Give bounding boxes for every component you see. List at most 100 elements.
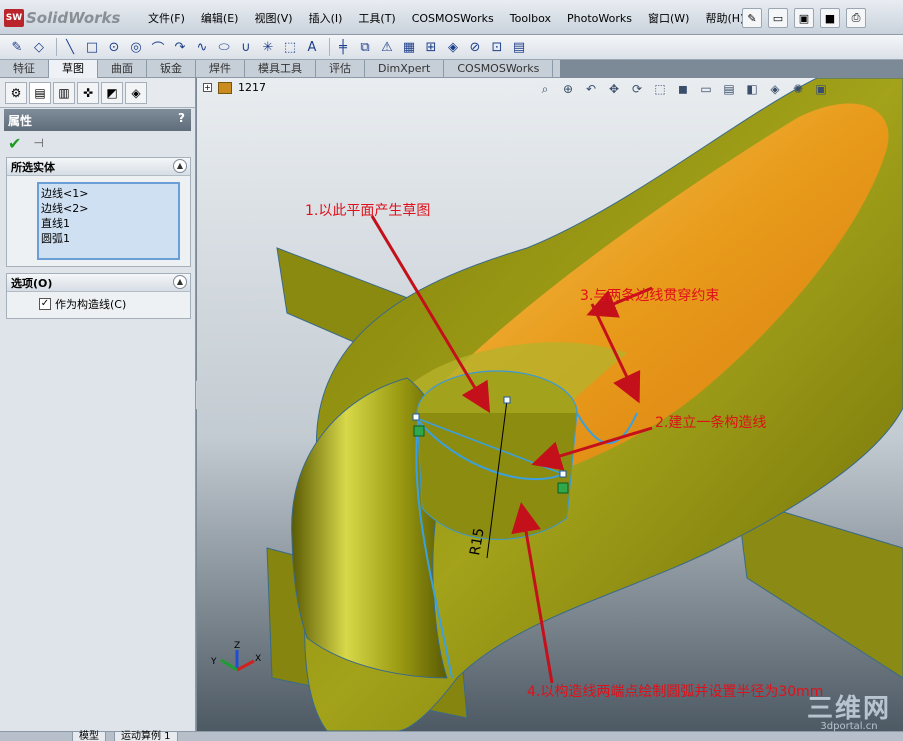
rotate-icon[interactable]: ⟳ <box>629 81 645 97</box>
sketch-point[interactable] <box>503 396 511 404</box>
edit-appearance-icon[interactable]: ▤ <box>721 81 737 97</box>
view-orientation-icon[interactable]: ⬚ <box>652 81 668 97</box>
tab-sketch[interactable]: 草图 <box>49 60 98 78</box>
circle-icon[interactable]: ⊙ <box>105 38 123 56</box>
appearance-icon[interactable]: ◈ <box>125 81 147 104</box>
move-entities-icon[interactable]: ⊡ <box>488 38 506 56</box>
pierce-relation-icon <box>557 482 569 494</box>
menu-window[interactable]: 窗口(W) <box>640 10 697 28</box>
sketch-picture-icon[interactable]: ▤ <box>510 38 528 56</box>
model-view[interactable]: R15 Z X Y <box>197 78 903 731</box>
text-icon[interactable]: A <box>303 38 321 56</box>
callout-1: 1.以此平面产生草图 <box>305 203 431 219</box>
feature-manager-icon[interactable]: ⚙ <box>5 81 27 104</box>
tab-motion-study[interactable]: 运动算例 1 <box>114 731 178 741</box>
ellipse-icon[interactable]: ⬭ <box>215 38 233 56</box>
display-relations-icon[interactable]: ⊞ <box>422 38 440 56</box>
construction-checkbox[interactable]: ✓ <box>39 298 51 310</box>
tab-features[interactable]: 特征 <box>0 60 49 78</box>
offset-icon[interactable]: ⧉ <box>356 38 374 56</box>
line-icon[interactable]: ╲ <box>61 38 79 56</box>
monitor-icon[interactable]: ▣ <box>813 81 829 97</box>
menu-insert[interactable]: 插入(I) <box>301 10 351 28</box>
watermark-title: 三维网 <box>806 694 891 724</box>
display-manager-icon[interactable]: ◩ <box>101 81 123 104</box>
collapse-chevron-icon[interactable]: ▲ <box>173 159 187 173</box>
apply-scene-icon[interactable]: ◧ <box>744 81 760 97</box>
pushpin-icon[interactable]: ⊣ <box>33 136 43 150</box>
options-header[interactable]: 选项(O) ▲ <box>7 274 190 292</box>
construction-option[interactable]: ✓ 作为构造线(C) <box>7 292 190 318</box>
property-header: 属性 ? <box>4 109 191 131</box>
selected-entities-header[interactable]: 所选实体 ▲ <box>7 158 190 176</box>
menu-toolbox[interactable]: Toolbox <box>502 10 559 28</box>
sketch-icon[interactable]: ✎ <box>8 38 26 56</box>
selected-entities-title: 所选实体 <box>11 160 55 174</box>
pierce-relation-icon <box>413 425 425 437</box>
tab-dimxpert[interactable]: DimXpert <box>365 60 445 78</box>
tab-surfaces[interactable]: 曲面 <box>98 60 147 78</box>
sketch-point[interactable] <box>412 413 420 421</box>
view-settings-icon[interactable]: ◈ <box>767 81 783 97</box>
dimxpert-manager-icon[interactable]: ✜ <box>77 81 99 104</box>
selected-entities-list[interactable]: 边线<1> 边线<2> 直线1 圆弧1 <box>37 182 180 260</box>
help-button[interactable]: ? <box>178 111 185 125</box>
toolbar-divider <box>56 38 57 56</box>
save-icon[interactable]: ■ <box>820 8 840 28</box>
zoom-to-fit-icon[interactable]: ⌕ <box>537 81 553 97</box>
list-item[interactable]: 圆弧1 <box>41 231 176 246</box>
sketch-point[interactable] <box>559 470 567 478</box>
menu-photoworks[interactable]: PhotoWorks <box>559 10 640 28</box>
construction-checkbox-label: 作为构造线(C) <box>55 298 127 311</box>
tangent-arc-icon[interactable]: ↷ <box>171 38 189 56</box>
rectangle-icon[interactable]: □ <box>83 38 101 56</box>
menu-file[interactable]: 文件(F) <box>140 10 193 28</box>
tab-evaluate[interactable]: 评估 <box>316 60 365 78</box>
pin-menu-icon[interactable]: ✎ <box>742 8 762 28</box>
menu-cosmosworks[interactable]: COSMOSWorks <box>404 10 502 28</box>
circle-perimeter-icon[interactable]: ◎ <box>127 38 145 56</box>
quick-snaps-icon[interactable]: ⊘ <box>466 38 484 56</box>
open-folder-icon[interactable]: ▣ <box>794 8 814 28</box>
tab-cosmosworks[interactable]: COSMOSWorks <box>444 60 554 78</box>
configuration-manager-icon[interactable]: ▥ <box>53 81 75 104</box>
graphics-area[interactable]: R15 Z X Y + 1217 ⌕ ⊕ ↶ ✥ ⟳ ⬚ ◼ ▭ ▤ ◧ ◈ ✺… <box>197 78 903 731</box>
property-manager-icon[interactable]: ▤ <box>29 81 51 104</box>
expand-icon[interactable]: + <box>203 83 212 92</box>
menu-tools[interactable]: 工具(T) <box>350 10 403 28</box>
repair-sketch-icon[interactable]: ◈ <box>444 38 462 56</box>
menu-edit[interactable]: 编辑(E) <box>193 10 247 28</box>
heads-up-view-toolbar: ⌕ ⊕ ↶ ✥ ⟳ ⬚ ◼ ▭ ▤ ◧ ◈ ✺ ▣ <box>537 81 836 97</box>
zoom-to-area-icon[interactable]: ⊕ <box>560 81 576 97</box>
options-group: 选项(O) ▲ ✓ 作为构造线(C) <box>6 273 191 319</box>
print-icon[interactable]: ⎙ <box>846 8 866 28</box>
tab-mold-tools[interactable]: 模具工具 <box>245 60 316 78</box>
smart-dimension-icon[interactable]: ◇ <box>30 38 48 56</box>
list-item[interactable]: 边线<2> <box>41 201 176 216</box>
menu-view[interactable]: 视图(V) <box>246 10 300 28</box>
list-item[interactable]: 边线<1> <box>41 186 176 201</box>
collapse-chevron-icon[interactable]: ▲ <box>173 275 187 289</box>
list-item[interactable]: 直线1 <box>41 216 176 231</box>
new-document-icon[interactable]: ▭ <box>768 8 788 28</box>
pattern-icon[interactable]: ▦ <box>400 38 418 56</box>
trim-icon[interactable]: ╪ <box>334 38 352 56</box>
construction-geometry-icon[interactable]: ⬚ <box>281 38 299 56</box>
tab-sheet-metal[interactable]: 钣金 <box>147 60 196 78</box>
tab-model[interactable]: 模型 <box>72 731 106 741</box>
solidworks-window: SW SolidWorks 文件(F) 编辑(E) 视图(V) 插入(I) 工具… <box>0 0 903 741</box>
fillet-icon[interactable]: ∪ <box>237 38 255 56</box>
feature-tree-flyout: + 1217 <box>203 81 266 94</box>
spline-icon[interactable]: ∿ <box>193 38 211 56</box>
ok-check-icon[interactable]: ✔ <box>8 134 21 153</box>
previous-view-icon[interactable]: ↶ <box>583 81 599 97</box>
lights-icon[interactable]: ✺ <box>790 81 806 97</box>
hide-show-icon[interactable]: ▭ <box>698 81 714 97</box>
point-icon[interactable]: ✳ <box>259 38 277 56</box>
mirror-icon[interactable]: ⚠ <box>378 38 396 56</box>
part-name[interactable]: 1217 <box>238 81 266 94</box>
section-view-icon[interactable]: ✥ <box>606 81 622 97</box>
arc-icon[interactable]: ⌒ <box>149 38 167 57</box>
display-style-icon[interactable]: ◼ <box>675 81 691 97</box>
tab-weldments[interactable]: 焊件 <box>196 60 245 78</box>
